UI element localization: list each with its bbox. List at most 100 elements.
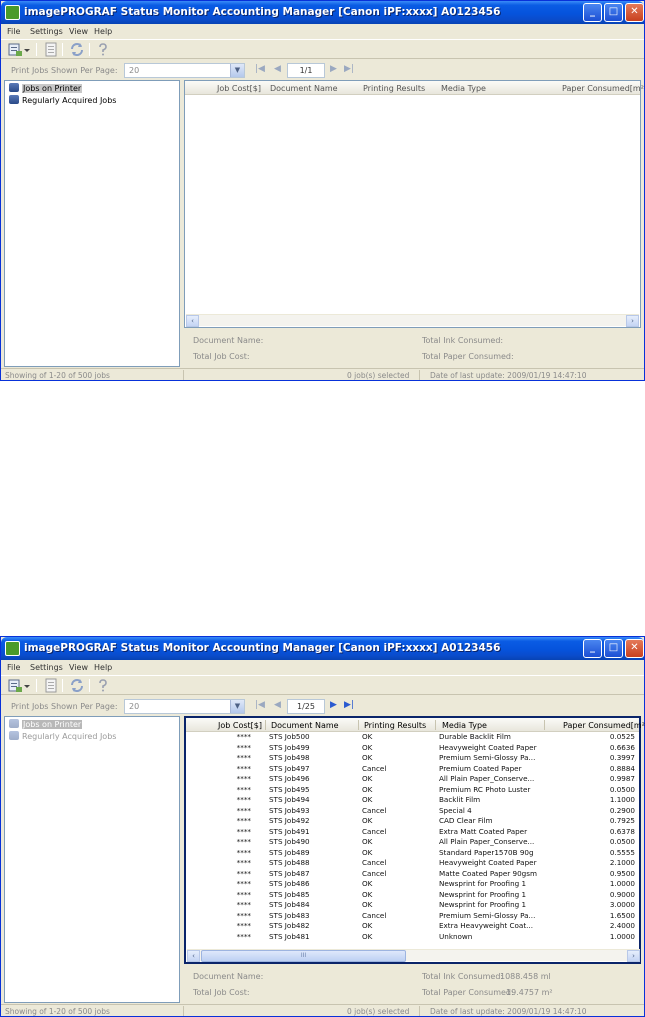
table-row[interactable]: **** STS Job500 OK Durable Backlit Film 0.05… (186, 732, 639, 741)
tree-item-jobs-on-printer[interactable]: Jobs on Printer (9, 83, 83, 94)
printing-result-cell: OK (362, 837, 373, 846)
menu-settings[interactable]: Settings (30, 663, 63, 672)
col-paper-consumed[interactable]: Paper Consumed[m²] (563, 721, 645, 730)
table-row[interactable]: **** STS Job498 OK Premium Semi-Glossy Pa..… (186, 753, 639, 762)
tree-item-regularly-acquired-jobs[interactable]: Regularly Acquired Jobs (9, 731, 116, 742)
dropdown-arrow-icon[interactable] (23, 42, 31, 57)
title-bar[interactable]: imagePROGRAF Status Monitor Accounting M… (1, 1, 644, 24)
table-row[interactable]: **** STS Job495 OK Premium RC Photo Luster 0… (186, 785, 639, 794)
dropdown-arrow-icon[interactable] (23, 678, 31, 693)
tree-item-jobs-on-printer[interactable]: Jobs on Printer (9, 719, 83, 730)
close-button[interactable]: ✕ (625, 639, 644, 658)
job-details-icon[interactable] (43, 678, 59, 693)
maximize-button[interactable]: □ (604, 639, 623, 658)
scroll-left-icon[interactable]: ‹ (187, 950, 200, 962)
help-icon[interactable] (95, 42, 111, 57)
table-row[interactable]: **** STS Job496 OK All Plain Paper_Conserve… (186, 774, 639, 783)
maximize-button[interactable]: □ (604, 3, 623, 22)
refresh-icon[interactable] (69, 42, 85, 57)
column-divider[interactable] (265, 720, 266, 730)
table-row[interactable]: **** STS Job486 OK Newsprint for Proofing 1… (186, 879, 639, 888)
last-page-icon[interactable]: ▶| (344, 64, 354, 74)
chevron-down-icon[interactable]: ▼ (230, 700, 244, 713)
toolbar (1, 675, 644, 695)
page-number-field[interactable]: 1/1 (287, 63, 325, 78)
app-icon (5, 5, 20, 20)
menu-file[interactable]: File (7, 27, 20, 36)
menu-file[interactable]: File (7, 663, 20, 672)
document-name-cell: STS Job484 (269, 900, 310, 909)
chevron-down-icon[interactable]: ▼ (230, 64, 244, 77)
scroll-thumb[interactable]: III (201, 950, 406, 962)
table-row[interactable]: **** STS Job488 Cancel Heavyweight Coated P… (186, 858, 639, 867)
total-paper-label: Total Paper Consumed: (422, 352, 514, 361)
menu-bar: File Settings View Help (1, 24, 644, 38)
toolbar-separator (36, 43, 37, 56)
table-row[interactable]: **** STS Job490 OK All Plain Paper_Conserve… (186, 837, 639, 846)
table-row[interactable]: **** STS Job485 OK Newsprint for Proofing 1… (186, 890, 639, 899)
report-icon[interactable] (7, 42, 23, 57)
col-document-name[interactable]: Document Name (270, 84, 338, 93)
minimize-button[interactable]: _ (583, 3, 602, 22)
first-page-icon[interactable]: |◀ (255, 64, 265, 74)
menu-settings[interactable]: Settings (30, 27, 63, 36)
table-row[interactable]: **** STS Job487 Cancel Matte Coated Paper 9… (186, 869, 639, 878)
col-media-type[interactable]: Media Type (441, 84, 486, 93)
close-button[interactable]: ✕ (625, 3, 644, 22)
printing-result-cell: OK (362, 732, 373, 741)
table-row[interactable]: **** STS Job492 OK CAD Clear Film 0.7925 (186, 816, 639, 825)
per-page-select[interactable]: 20 ▼ (124, 699, 245, 714)
next-page-icon[interactable]: ▶ (330, 700, 337, 710)
first-page-icon[interactable]: |◀ (255, 700, 265, 710)
printing-result-cell: OK (362, 742, 373, 752)
horizontal-scrollbar[interactable]: ‹ › (186, 314, 639, 327)
menu-help[interactable]: Help (94, 27, 112, 36)
scroll-right-icon[interactable]: › (627, 950, 640, 962)
prev-page-icon[interactable]: ◀ (274, 700, 281, 710)
prev-page-icon[interactable]: ◀ (274, 64, 281, 74)
last-page-icon[interactable]: ▶| (344, 700, 354, 710)
table-row[interactable]: **** STS Job489 OK Standard Paper1570B 90g 0… (186, 848, 639, 857)
table-row[interactable]: **** STS Job481 OK Unknown 1.0000 (186, 932, 639, 941)
column-divider[interactable] (358, 720, 359, 730)
scroll-right-icon[interactable]: › (626, 315, 639, 327)
job-details-icon[interactable] (43, 42, 59, 57)
title-bar[interactable]: imagePROGRAF Status Monitor Accounting M… (1, 637, 644, 660)
job-cost-cell: **** (236, 816, 251, 825)
scroll-left-icon[interactable]: ‹ (186, 315, 199, 327)
col-paper-consumed[interactable]: Paper Consumed[m²] (562, 84, 645, 93)
table-row[interactable]: **** STS Job493 Cancel Special 4 0.2900 (186, 806, 639, 815)
col-printing-results[interactable]: Printing Results (363, 84, 425, 93)
document-name-label: Document Name: (193, 336, 264, 345)
col-media-type[interactable]: Media Type (442, 721, 487, 730)
tree-item-regularly-acquired-jobs[interactable]: Regularly Acquired Jobs (9, 95, 116, 106)
next-page-icon[interactable]: ▶ (330, 64, 337, 74)
column-divider[interactable] (435, 720, 436, 730)
col-job-cost[interactable]: Job Cost[$] (217, 84, 261, 93)
job-cost-cell: **** (236, 858, 251, 867)
refresh-icon[interactable] (69, 678, 85, 693)
paper-consumed-cell: 1.1000 (609, 795, 635, 804)
table-row[interactable]: **** STS Job497 Cancel Premium Coated Paper… (186, 764, 639, 773)
table-row[interactable]: **** STS Job484 OK Newsprint for Proofing 1… (186, 900, 639, 909)
table-row[interactable]: **** STS Job483 Cancel Premium Semi-Glossy … (186, 911, 639, 920)
table-row[interactable]: **** STS Job499 OK Heavyweight Coated Paper… (186, 743, 639, 752)
menu-help[interactable]: Help (94, 663, 112, 672)
table-row[interactable]: **** STS Job491 Cancel Extra Matt Coated Pa… (186, 827, 639, 836)
col-document-name[interactable]: Document Name (271, 721, 339, 730)
per-page-select[interactable]: 20 ▼ (124, 63, 245, 78)
per-page-value: 20 (129, 702, 140, 711)
paper-consumed-cell: 0.8884 (609, 763, 635, 773)
report-icon[interactable] (7, 678, 23, 693)
menu-view[interactable]: View (69, 27, 88, 36)
minimize-button[interactable]: _ (583, 639, 602, 658)
page-number-field[interactable]: 1/25 (287, 699, 325, 714)
table-row[interactable]: **** STS Job482 OK Extra Heavyweight Coat..… (186, 921, 639, 930)
column-divider[interactable] (544, 720, 545, 730)
col-printing-results[interactable]: Printing Results (364, 721, 426, 730)
col-job-cost[interactable]: Job Cost[$] (218, 721, 262, 730)
menu-view[interactable]: View (69, 663, 88, 672)
help-icon[interactable] (95, 678, 111, 693)
table-row[interactable]: **** STS Job494 OK Backlit Film 1.1000 (186, 795, 639, 804)
horizontal-scrollbar[interactable]: ‹ III › (187, 949, 640, 962)
